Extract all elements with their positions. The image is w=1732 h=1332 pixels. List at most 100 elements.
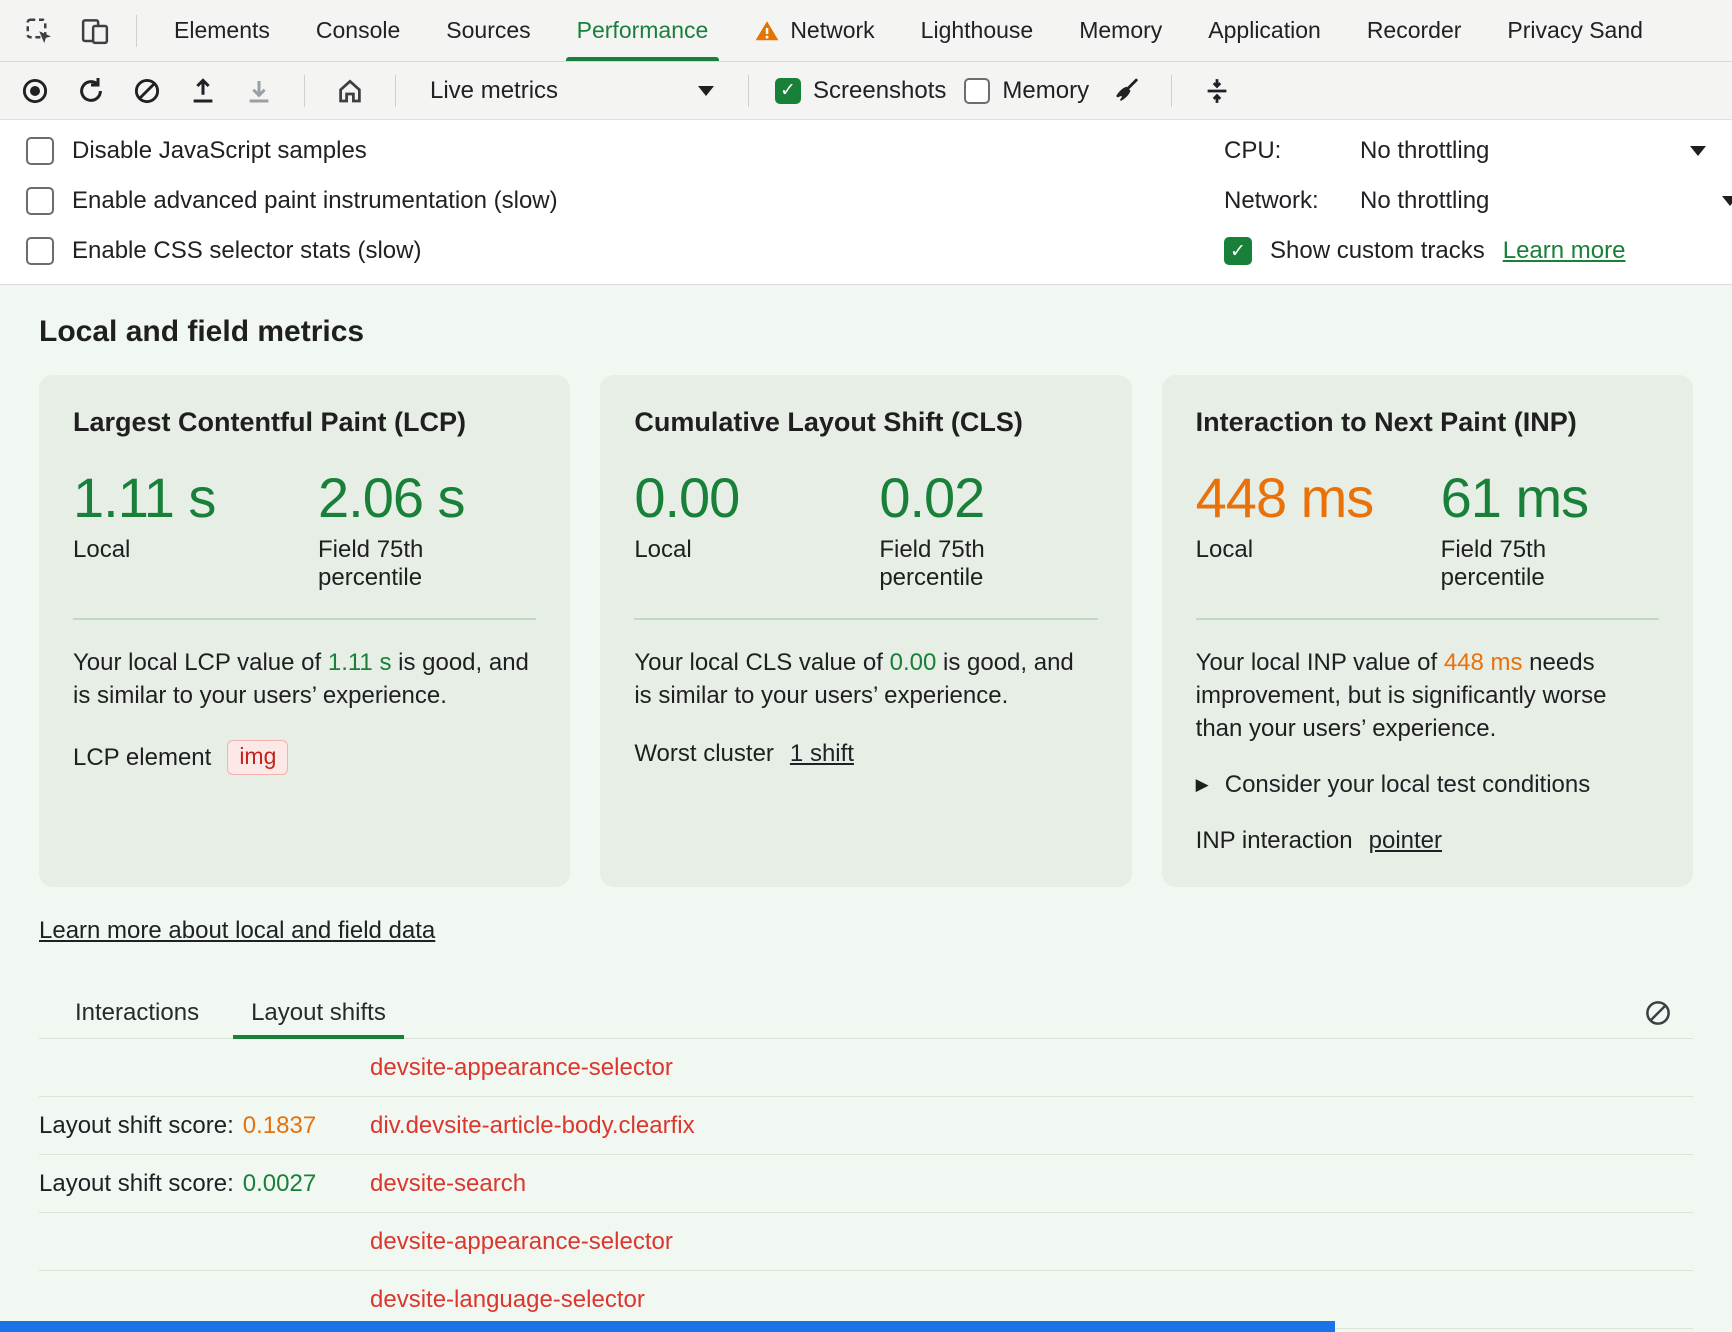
advanced-paint-setting[interactable]: Enable advanced paint instrumentation (s… [26, 184, 558, 218]
tab-label: Console [316, 17, 400, 44]
metric-cards: Largest Contentful Paint (LCP) 1.11 s Lo… [39, 375, 1693, 887]
network-throttling-select[interactable]: Network: No throttling [1224, 184, 1706, 218]
tab-recorder[interactable]: Recorder [1344, 0, 1485, 61]
shift-element-link[interactable]: div.devsite-article-body.clearfix [370, 1112, 695, 1140]
cpu-value[interactable]: No throttling [1360, 137, 1489, 165]
inspect-cursor-icon [24, 16, 54, 46]
shift-element-link[interactable]: devsite-language-selector [370, 1286, 645, 1314]
chevron-down-icon[interactable] [1690, 146, 1706, 156]
upload-icon [188, 76, 218, 106]
settings-right-column: CPU: No throttling Network: No throttlin… [1224, 134, 1706, 268]
layout-shift-row: devsite-appearance-selector [39, 1213, 1693, 1271]
checkbox-icon[interactable] [964, 78, 990, 104]
download-icon [244, 76, 274, 106]
memory-checkbox[interactable]: Memory [964, 77, 1089, 105]
inspect-element-button[interactable] [16, 8, 62, 54]
panel-tabs: Elements Console Sources Performance Net… [151, 0, 1732, 61]
checkbox-checked-icon[interactable]: ✓ [775, 78, 801, 104]
chevron-down-icon[interactable] [1722, 196, 1732, 206]
setting-label[interactable]: Disable JavaScript samples [72, 137, 367, 165]
save-profile-button[interactable] [240, 72, 278, 110]
network-value[interactable]: No throttling [1360, 187, 1489, 215]
home-button[interactable] [331, 72, 369, 110]
setting-label[interactable]: Enable advanced paint instrumentation (s… [72, 187, 558, 215]
horizontal-scrollbar-thumb[interactable] [0, 1321, 1335, 1332]
inp-interaction-link[interactable]: pointer [1369, 827, 1442, 855]
score-label: Layout shift score: [39, 1112, 234, 1140]
reload-and-record-button[interactable] [72, 72, 110, 110]
card-divider [73, 618, 536, 620]
load-profile-button[interactable] [184, 72, 222, 110]
history-select[interactable]: Live metrics [422, 77, 722, 105]
tab-layout-shifts[interactable]: Layout shifts [233, 987, 404, 1038]
learn-more-local-field-link[interactable]: Learn more about local and field data [39, 917, 435, 945]
shift-element-link[interactable]: devsite-search [370, 1170, 526, 1198]
cls-field-value: 0.02 [879, 468, 1097, 528]
desc-text: Your local INP value of [1196, 649, 1444, 676]
cls-field-block: 0.02 Field 75th percentile [879, 468, 1097, 592]
tab-application[interactable]: Application [1185, 0, 1344, 61]
score-cell: Layout shift score: 0.1837 [39, 1112, 370, 1140]
tab-console[interactable]: Console [293, 0, 423, 61]
inp-field-block: 61 ms Field 75th percentile [1441, 468, 1659, 592]
inp-interaction-label: INP interaction [1196, 827, 1353, 855]
cls-card: Cumulative Layout Shift (CLS) 0.00 Local… [600, 375, 1131, 887]
checkbox-icon[interactable] [26, 137, 54, 165]
lcp-card-title: Largest Contentful Paint (LCP) [73, 407, 536, 438]
lcp-field-value: 2.06 s [318, 468, 536, 528]
log-tabs: Interactions Layout shifts [39, 987, 1693, 1039]
clear-button[interactable] [128, 72, 166, 110]
devtools-tabbar: Elements Console Sources Performance Net… [0, 0, 1732, 62]
screenshots-label[interactable]: Screenshots [813, 77, 946, 105]
cpu-label: CPU: [1224, 137, 1342, 165]
device-toolbar-button[interactable] [72, 8, 118, 54]
shift-element-link[interactable]: devsite-appearance-selector [370, 1054, 673, 1082]
triangle-right-icon: ▶ [1196, 775, 1209, 795]
css-selector-stats-setting[interactable]: Enable CSS selector stats (slow) [26, 234, 558, 268]
lcp-element-badge[interactable]: img [227, 740, 288, 775]
screenshots-checkbox[interactable]: ✓ Screenshots [775, 77, 946, 105]
tab-memory[interactable]: Memory [1056, 0, 1185, 61]
setting-label[interactable]: Enable CSS selector stats (slow) [72, 237, 421, 265]
memory-label[interactable]: Memory [1002, 77, 1089, 105]
lcp-field-block: 2.06 s Field 75th percentile [318, 468, 536, 592]
shift-element-link[interactable]: devsite-appearance-selector [370, 1228, 673, 1256]
disable-js-samples-setting[interactable]: Disable JavaScript samples [26, 134, 558, 168]
checkbox-icon[interactable] [26, 187, 54, 215]
score-cell: Layout shift score: 0.0027 [39, 1170, 370, 1198]
live-metrics-view: Local and field metrics Largest Contentf… [0, 285, 1732, 1332]
tab-label: Performance [577, 17, 709, 44]
clear-icon [132, 76, 162, 106]
layout-shift-row: Layout shift score: 0.1837 div.devsite-a… [39, 1097, 1693, 1155]
record-button[interactable] [16, 72, 54, 110]
custom-tracks-learn-more-link[interactable]: Learn more [1503, 237, 1626, 265]
tab-sources[interactable]: Sources [423, 0, 553, 61]
separator [748, 75, 749, 107]
worst-cluster-link[interactable]: 1 shift [790, 740, 854, 768]
tab-network[interactable]: Network [731, 0, 897, 61]
clear-log-button[interactable] [1635, 990, 1681, 1036]
checkbox-icon[interactable] [26, 237, 54, 265]
inp-local-value: 448 ms [1196, 468, 1441, 528]
desc-value: 0.00 [890, 649, 937, 676]
tab-interactions[interactable]: Interactions [57, 987, 217, 1038]
collect-garbage-button[interactable] [1107, 72, 1145, 110]
live-metrics-log: Interactions Layout shifts devsite-appea… [39, 987, 1693, 1332]
tab-elements[interactable]: Elements [151, 0, 293, 61]
setting-label[interactable]: Show custom tracks [1270, 237, 1485, 265]
local-test-conditions-expander[interactable]: ▶ Consider your local test conditions [1196, 771, 1659, 799]
tab-performance[interactable]: Performance [554, 0, 732, 61]
cls-description: Your local CLS value of 0.00 is good, an… [634, 646, 1097, 712]
cls-values: 0.00 Local 0.02 Field 75th percentile [634, 468, 1097, 592]
separator [1171, 75, 1172, 107]
checkbox-checked-icon[interactable]: ✓ [1224, 237, 1252, 265]
chevron-down-icon [698, 86, 714, 96]
layout-shift-row: Layout shift score: 0.0027 devsite-searc… [39, 1155, 1693, 1213]
show-custom-tracks-setting[interactable]: ✓ Show custom tracks Learn more [1224, 234, 1706, 268]
compact-memory-button[interactable] [1198, 72, 1236, 110]
tab-privacy-sandbox[interactable]: Privacy Sand [1484, 0, 1666, 61]
cpu-throttling-select[interactable]: CPU: No throttling [1224, 134, 1706, 168]
lcp-values: 1.11 s Local 2.06 s Field 75th percentil… [73, 468, 536, 592]
reload-icon [76, 76, 106, 106]
tab-lighthouse[interactable]: Lighthouse [898, 0, 1057, 61]
